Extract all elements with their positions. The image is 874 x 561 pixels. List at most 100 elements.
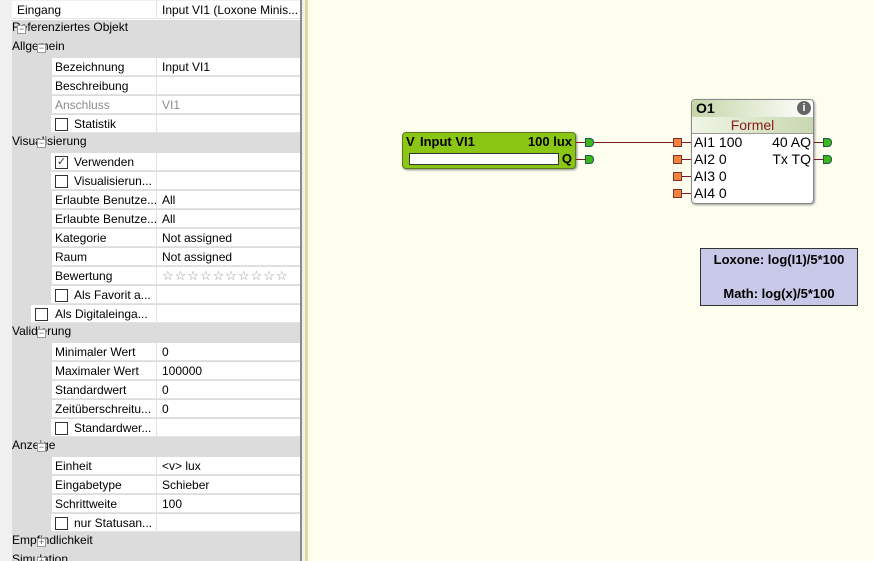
property-value[interactable]: Input VI1 <box>156 58 300 76</box>
rating-stars[interactable]: ☆☆☆☆☆☆☆☆☆☆ <box>156 267 300 285</box>
property-label: Bezeichnung <box>52 58 156 76</box>
property-row[interactable]: Als Digitaleinga... <box>12 305 300 324</box>
input-prefix: V <box>406 134 415 149</box>
checkbox-statistik[interactable] <box>55 118 68 131</box>
property-row[interactable]: Eingabetype Schieber <box>12 476 300 495</box>
property-value[interactable]: 0 <box>156 381 300 399</box>
property-value[interactable]: VI1 <box>156 96 300 114</box>
property-row[interactable]: Schrittweite 100 <box>12 495 300 514</box>
checkbox-nur-statusan[interactable] <box>55 517 68 530</box>
checkbox-verwenden[interactable]: ✓ <box>55 156 68 169</box>
expand-icon[interactable]: + <box>37 557 46 561</box>
checkbox-visualisierun[interactable] <box>55 175 68 188</box>
property-label: nur Statusan... <box>74 516 153 530</box>
property-row[interactable]: Statistik <box>12 115 300 134</box>
input-slider-bar[interactable] <box>409 153 559 165</box>
property-value[interactable]: All <box>156 210 300 228</box>
info-icon[interactable]: i <box>797 101 811 115</box>
property-label: Einheit <box>52 457 156 475</box>
collapse-icon[interactable]: − <box>37 443 46 452</box>
property-value[interactable] <box>156 77 300 95</box>
group-header-referenziertes-objekt[interactable]: − Referenziertes Objekt <box>12 20 300 39</box>
connection-wire[interactable] <box>594 142 674 143</box>
property-row[interactable]: Einheit <v> lux <box>12 457 300 476</box>
property-value[interactable]: <v> lux <box>156 457 300 475</box>
group-header-allgemein[interactable]: −Allgemein <box>12 39 300 58</box>
property-label: Standardwer... <box>74 421 152 435</box>
property-label: Raum <box>52 248 156 266</box>
property-value[interactable]: Not assigned <box>156 248 300 266</box>
property-value[interactable]: All <box>156 191 300 209</box>
property-row[interactable]: Visualisierun... <box>12 172 300 191</box>
property-label: Schrittweite <box>52 495 156 513</box>
property-row[interactable]: Als Favorit a... <box>12 286 300 305</box>
property-label: Als Favorit a... <box>74 288 151 302</box>
property-row[interactable]: Minimaler Wert 0 <box>12 343 300 362</box>
property-value[interactable]: 100 <box>156 495 300 513</box>
property-row[interactable]: Kategorie Not assigned <box>12 229 300 248</box>
property-label: Beschreibung <box>52 77 156 95</box>
property-value[interactable]: Not assigned <box>156 229 300 247</box>
checkbox-als-favorit-a[interactable] <box>55 289 68 302</box>
property-value[interactable]: 0 <box>156 400 300 418</box>
group-header-empfindlichkeit[interactable]: + Empfindlichkeit <box>12 533 300 552</box>
output-q-label: Q <box>561 151 572 166</box>
input-value: 100 lux <box>527 134 572 149</box>
property-row[interactable]: Erlaubte Benutze... All <box>12 210 300 229</box>
formula-block-type: Formel <box>692 117 813 134</box>
group-header-validierung[interactable]: −Validierung <box>12 324 300 343</box>
property-label: Statistik <box>74 117 117 131</box>
expand-icon[interactable]: + <box>37 538 46 547</box>
property-row[interactable]: Zeitüberschreitu... 0 <box>12 400 300 419</box>
property-label: Standardwert <box>52 381 156 399</box>
panel-splitter[interactable] <box>300 0 308 561</box>
group-label: Empfindlichkeit <box>12 533 93 547</box>
formula-input-ai2: AI2 0 <box>694 151 727 167</box>
output-connector-aq[interactable] <box>823 138 832 147</box>
property-row[interactable]: Erlaubte Benutze... All <box>12 191 300 210</box>
property-label: Bewertung <box>52 267 156 285</box>
property-row[interactable]: Bezeichnung Input VI1 <box>12 58 300 77</box>
property-row[interactable]: Beschreibung <box>12 77 300 96</box>
group-header-visualisierung[interactable]: − Visualisierung <box>12 134 300 153</box>
checkbox-standardwer[interactable] <box>55 422 68 435</box>
property-label: Kategorie <box>52 229 156 247</box>
property-row[interactable]: Anschluss VI1 <box>12 96 300 115</box>
note-line-1: Loxone: log(I1)/5*100 <box>713 252 845 267</box>
property-value[interactable]: 0 <box>156 343 300 361</box>
comment-note[interactable]: Loxone: log(I1)/5*100 Math: log(x)/5*100 <box>700 248 858 306</box>
input-connector-ai3[interactable] <box>673 172 682 181</box>
collapse-icon[interactable]: − <box>37 139 46 148</box>
input-connector-ai4[interactable] <box>673 189 682 198</box>
group-label: Referenziertes Objekt <box>12 20 129 34</box>
formula-output-aq: 40 AQ <box>772 134 811 150</box>
property-value[interactable]: 100000 <box>156 362 300 380</box>
property-label: Als Digitaleinga... <box>55 307 148 321</box>
property-row[interactable]: nur Statusan... <box>12 514 300 533</box>
formula-input-ai1: AI1 100 <box>694 134 743 150</box>
collapse-icon[interactable]: − <box>37 329 46 338</box>
input-connector-ai2[interactable] <box>673 155 682 164</box>
property-row[interactable]: Raum Not assigned <box>12 248 300 267</box>
property-row[interactable]: ✓ Verwenden <box>12 153 300 172</box>
collapse-icon[interactable]: − <box>37 44 46 53</box>
property-row[interactable]: Bewertung ☆☆☆☆☆☆☆☆☆☆ <box>12 267 300 286</box>
collapse-icon[interactable]: − <box>17 25 26 34</box>
output-connector-q[interactable] <box>585 155 594 164</box>
checkbox-als-digitaleinga[interactable] <box>35 308 48 321</box>
property-value[interactable]: Schieber <box>156 476 300 494</box>
note-line-2: Math: log(x)/5*100 <box>723 286 835 301</box>
input-connector-ai1[interactable] <box>673 138 682 147</box>
virtual-input-block[interactable]: V Input VI1 100 lux Q <box>402 132 576 169</box>
property-row[interactable]: Standardwert 0 <box>12 381 300 400</box>
property-value[interactable]: Input VI1 (Loxone Minis... <box>156 1 300 19</box>
property-row[interactable]: Standardwer... <box>12 419 300 438</box>
formula-input-ai3: AI3 0 <box>694 168 727 184</box>
property-row[interactable]: Maximaler Wert 100000 <box>12 362 300 381</box>
output-connector-value[interactable] <box>585 138 594 147</box>
group-header-simulation[interactable]: +Simulation <box>12 552 300 561</box>
output-connector-tq[interactable] <box>823 155 832 164</box>
formula-block[interactable]: O1 i Formel AI1 100 AI2 0 AI3 0 AI4 0 40… <box>691 99 814 204</box>
group-header-anzeige[interactable]: − Anzeige <box>12 438 300 457</box>
property-row[interactable]: Eingang Input VI1 (Loxone Minis... <box>12 1 300 20</box>
